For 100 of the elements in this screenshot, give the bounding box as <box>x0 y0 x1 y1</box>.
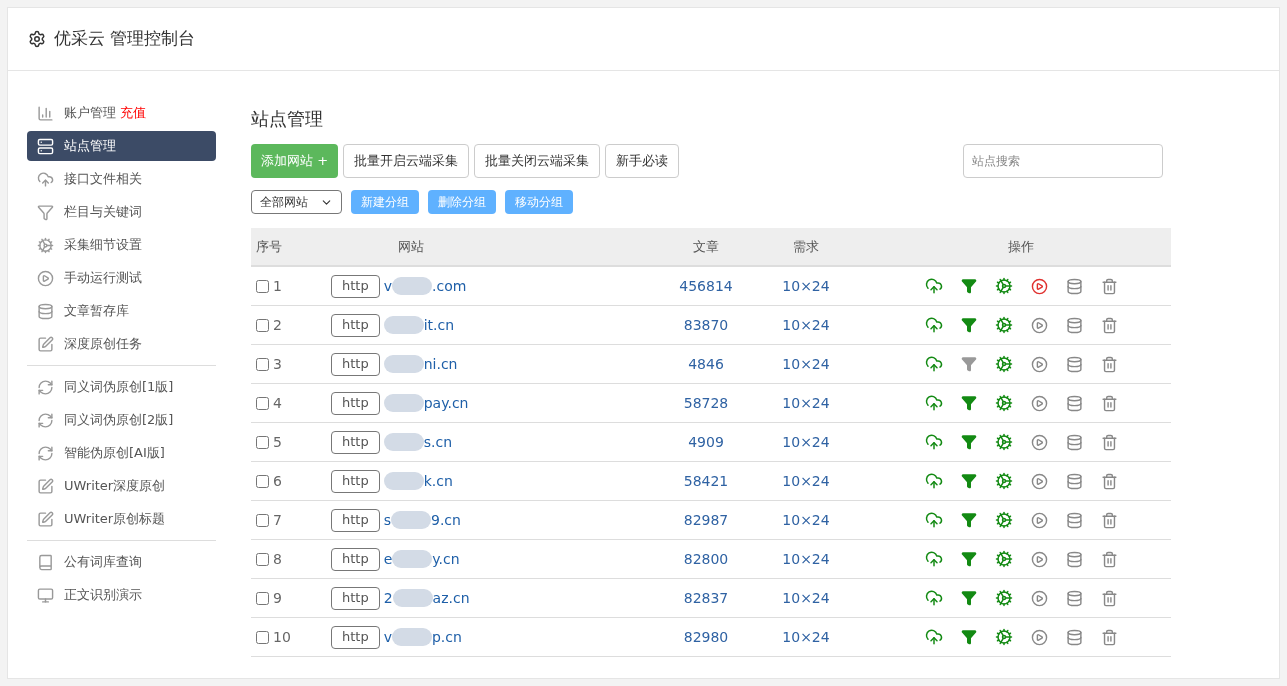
play-icon[interactable] <box>1030 433 1048 451</box>
filter-icon[interactable] <box>960 551 977 567</box>
filter-icon[interactable] <box>960 395 977 411</box>
play-icon[interactable] <box>1030 589 1048 607</box>
row-checkbox[interactable] <box>256 591 269 605</box>
row-checkbox[interactable] <box>256 357 269 371</box>
play-icon[interactable] <box>1030 277 1048 295</box>
sidebar-item[interactable]: 同义词伪原创[2版] <box>27 405 216 435</box>
cloud-upload-icon[interactable] <box>924 511 943 529</box>
site-url[interactable]: v <box>383 626 392 648</box>
site-url[interactable]: az.cn <box>432 587 470 609</box>
cloud-upload-icon[interactable] <box>924 589 943 607</box>
sidebar-item[interactable]: 账户管理 充值 <box>27 98 216 128</box>
site-url[interactable]: it.cn <box>423 314 455 336</box>
filter-icon[interactable] <box>960 356 977 372</box>
cloud-upload-icon[interactable] <box>924 355 943 373</box>
play-icon[interactable] <box>1030 316 1048 334</box>
search-field[interactable]: 站点搜索 <box>963 144 1163 178</box>
row-checkbox[interactable] <box>256 279 269 293</box>
sidebar-item[interactable]: 站点管理 <box>27 131 216 161</box>
sidebar-item[interactable]: 正文识别演示 <box>27 580 216 610</box>
delete-icon[interactable] <box>1100 511 1118 529</box>
sidebar-item[interactable]: 采集细节设置 <box>27 230 216 260</box>
sidebar-item[interactable]: UWriter原创标题 <box>27 504 216 534</box>
filter-icon[interactable] <box>960 473 977 489</box>
site-url[interactable]: p.cn <box>432 626 462 648</box>
sidebar-item[interactable]: 同义词伪原创[1版] <box>27 372 216 402</box>
play-icon[interactable] <box>1030 550 1048 568</box>
delete-icon[interactable] <box>1100 433 1118 451</box>
delete-icon[interactable] <box>1100 316 1118 334</box>
group-select[interactable]: 全部网站 <box>251 190 342 214</box>
filter-icon[interactable] <box>960 317 977 333</box>
site-url[interactable]: s.cn <box>423 431 452 453</box>
sidebar-item[interactable]: 手动运行测试 <box>27 263 216 293</box>
database-icon[interactable] <box>1065 550 1083 568</box>
filter-icon[interactable] <box>960 629 977 645</box>
row-checkbox[interactable] <box>256 474 269 488</box>
http-label[interactable]: http <box>331 586 380 610</box>
http-label[interactable]: http <box>331 625 380 649</box>
sidebar-item[interactable]: 深度原创任务 <box>27 329 216 359</box>
play-icon[interactable] <box>1030 628 1048 646</box>
row-checkbox[interactable] <box>256 396 269 410</box>
delete-icon[interactable] <box>1100 550 1118 568</box>
row-checkbox[interactable] <box>256 513 269 527</box>
database-icon[interactable] <box>1065 316 1083 334</box>
cloud-upload-icon[interactable] <box>924 316 943 334</box>
cloud-upload-icon[interactable] <box>924 277 943 295</box>
play-icon[interactable] <box>1030 511 1048 529</box>
site-url[interactable]: ni.cn <box>423 353 458 375</box>
database-icon[interactable] <box>1065 355 1083 373</box>
site-url[interactable]: v <box>383 275 392 297</box>
cloud-upload-icon[interactable] <box>924 628 943 646</box>
http-label[interactable]: http <box>331 313 380 337</box>
http-label[interactable]: http <box>331 508 380 532</box>
site-url[interactable]: 9.cn <box>431 509 461 531</box>
sidebar-item[interactable]: 智能伪原创[AI版] <box>27 438 216 468</box>
filter-icon[interactable] <box>960 434 977 450</box>
site-url[interactable]: e <box>383 548 393 570</box>
delete-icon[interactable] <box>1100 394 1118 412</box>
sidebar-item[interactable]: UWriter深度原创 <box>27 471 216 501</box>
http-label[interactable]: http <box>331 430 380 454</box>
cloud-upload-icon[interactable] <box>924 433 943 451</box>
site-url[interactable]: y.cn <box>432 548 460 570</box>
play-icon[interactable] <box>1030 472 1048 490</box>
sidebar-item[interactable]: 公有词库查询 <box>27 547 216 577</box>
site-url[interactable]: k.cn <box>423 470 453 492</box>
cloud-upload-icon[interactable] <box>924 550 943 568</box>
database-icon[interactable] <box>1065 628 1083 646</box>
toolbar-button[interactable]: 批量开启云端采集 <box>343 144 470 178</box>
database-icon[interactable] <box>1065 277 1083 295</box>
toolbar-button[interactable]: 新手必读 <box>605 144 680 178</box>
database-icon[interactable] <box>1065 472 1083 490</box>
sidebar-item[interactable]: 文章暂存库 <box>27 296 216 326</box>
http-label[interactable]: http <box>331 547 380 571</box>
http-label[interactable]: http <box>331 352 380 376</box>
sidebar-item[interactable]: 接口文件相关 <box>27 164 216 194</box>
sidebar-item[interactable]: 栏目与关键词 <box>27 197 216 227</box>
row-checkbox[interactable] <box>256 435 269 449</box>
site-url[interactable]: 2 <box>383 587 393 609</box>
row-checkbox[interactable] <box>256 318 269 332</box>
database-icon[interactable] <box>1065 394 1083 412</box>
play-icon[interactable] <box>1030 355 1048 373</box>
delete-icon[interactable] <box>1100 589 1118 607</box>
toolbar-button[interactable]: 批量关闭云端采集 <box>474 144 601 178</box>
filter-icon[interactable] <box>960 590 977 606</box>
filter-icon[interactable] <box>960 512 977 528</box>
filter-icon[interactable] <box>960 278 977 294</box>
site-url[interactable]: pay.cn <box>423 392 469 414</box>
http-label[interactable]: http <box>331 469 380 493</box>
delete-icon[interactable] <box>1100 628 1118 646</box>
row-checkbox[interactable] <box>256 630 269 644</box>
database-icon[interactable] <box>1065 589 1083 607</box>
delete-icon[interactable] <box>1100 355 1118 373</box>
cloud-upload-icon[interactable] <box>924 394 943 412</box>
http-label[interactable]: http <box>331 274 380 298</box>
site-url[interactable]: .com <box>432 275 467 297</box>
database-icon[interactable] <box>1065 511 1083 529</box>
delete-icon[interactable] <box>1100 472 1118 490</box>
cloud-upload-icon[interactable] <box>924 472 943 490</box>
row-checkbox[interactable] <box>256 552 269 566</box>
